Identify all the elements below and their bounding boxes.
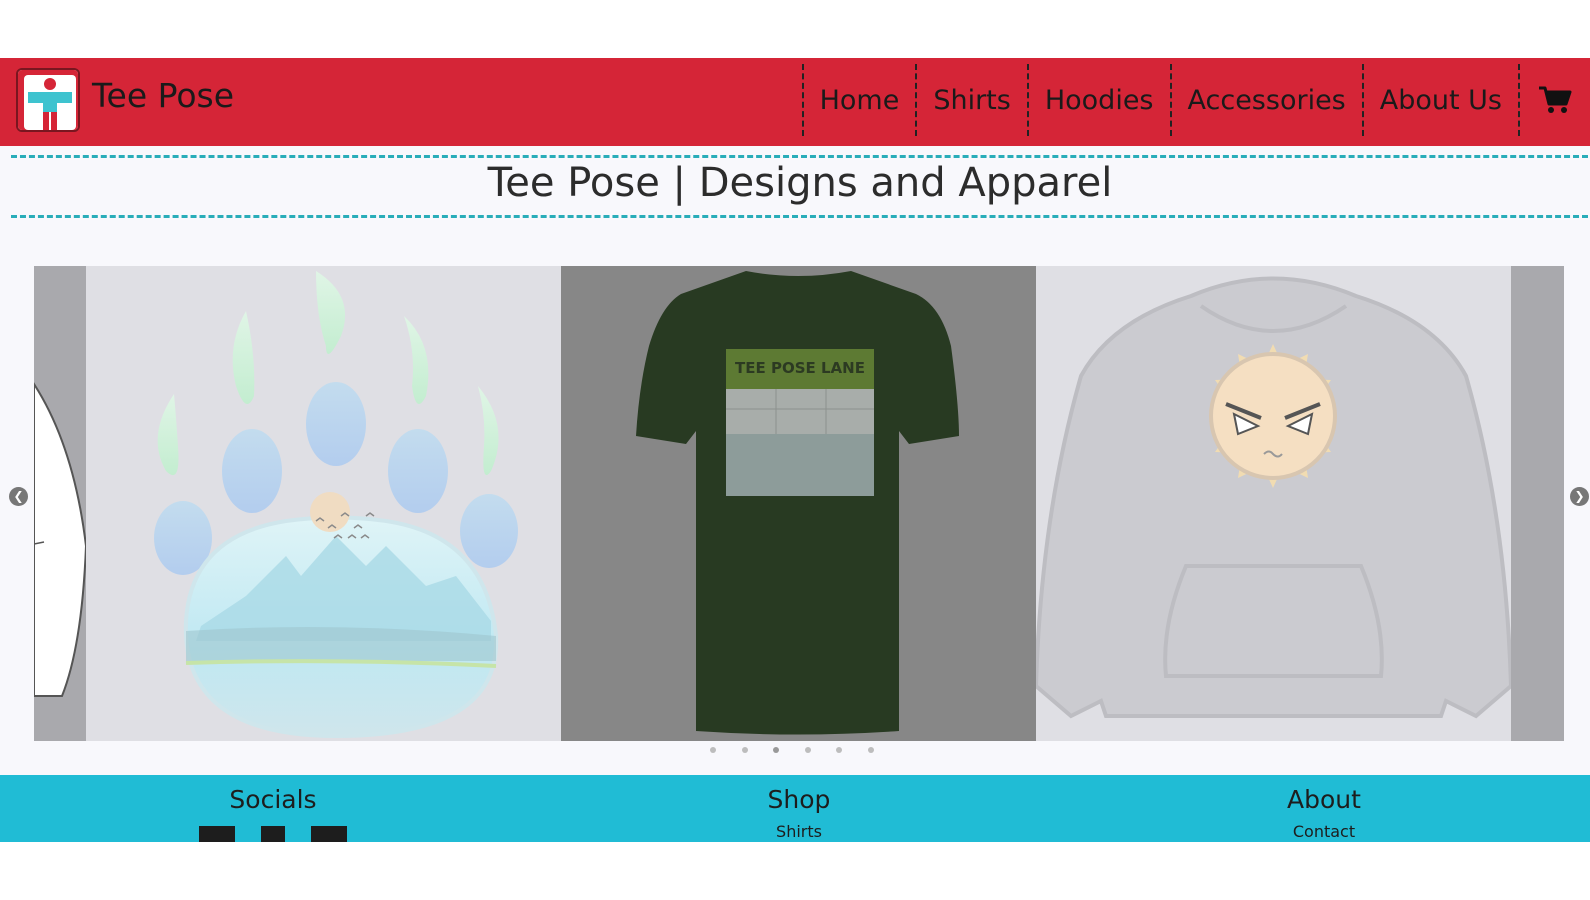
chevron-left-icon: ❮ xyxy=(13,489,24,503)
social-icon-2[interactable] xyxy=(261,826,285,842)
footer-shop-heading: Shop xyxy=(767,785,831,814)
nav-item-home[interactable]: Home xyxy=(801,64,916,136)
carousel-slide-partial-right[interactable] xyxy=(1511,266,1564,741)
dark-green-shirt-image: TEE POSE LANE xyxy=(636,271,959,735)
nav-item-hoodies[interactable]: Hoodies xyxy=(1026,64,1170,136)
product-carousel[interactable]: TEE POSE LANE xyxy=(34,266,1564,741)
carousel-dot-2[interactable] xyxy=(741,747,748,753)
footer-link-contact[interactable]: Contact xyxy=(1174,822,1474,841)
cart-button[interactable] xyxy=(1518,64,1590,136)
carousel-slide-green-shirt[interactable]: TEE POSE LANE xyxy=(561,266,1036,741)
carousel-next-button[interactable]: ❯ xyxy=(1570,487,1589,506)
social-icon-3[interactable] xyxy=(311,826,347,842)
header-navbar: Tee Pose Home Shirts Hoodies Accessories… xyxy=(0,58,1590,146)
white-shirt-edge-image xyxy=(34,382,86,697)
shirt-print-text: TEE POSE LANE xyxy=(735,359,865,377)
carousel-indicators xyxy=(710,747,899,753)
carousel-dot-4[interactable] xyxy=(804,747,811,753)
logo-figure-icon xyxy=(18,70,78,130)
title-divider-bottom xyxy=(11,215,1588,218)
page: Tee Pose Home Shirts Hoodies Accessories… xyxy=(0,58,1590,842)
footer-about-heading: About xyxy=(1287,785,1361,814)
footer-link-shirts[interactable]: Shirts xyxy=(649,822,949,841)
carousel-dot-6[interactable] xyxy=(867,747,874,753)
page-title: Tee Pose | Designs and Apparel xyxy=(487,160,1113,206)
chevron-right-icon: ❯ xyxy=(1574,489,1585,503)
shopping-cart-icon xyxy=(1539,86,1572,113)
footer-about: About Contact xyxy=(1174,785,1474,841)
nav-item-accessories[interactable]: Accessories xyxy=(1169,64,1362,136)
social-icons xyxy=(123,826,423,842)
nav-item-about-us[interactable]: About Us xyxy=(1361,64,1518,136)
main-nav: Home Shirts Hoodies Accessories About Us xyxy=(801,64,1590,136)
footer-socials-heading: Socials xyxy=(229,785,317,814)
carousel-dot-5[interactable] xyxy=(836,747,842,753)
site-footer: Socials Shop Shirts About Contact xyxy=(0,775,1590,842)
carousel-slide-bear-paw[interactable] xyxy=(86,266,561,741)
footer-socials: Socials xyxy=(123,785,423,842)
nav-item-shirts[interactable]: Shirts xyxy=(915,64,1027,136)
tee-pose-logo[interactable] xyxy=(16,68,80,132)
carousel-slide-gray-hoodie[interactable] xyxy=(1036,266,1511,741)
gray-hoodie-sun-image xyxy=(1036,276,1511,719)
carousel-dot-3[interactable] xyxy=(773,747,779,753)
footer-shop: Shop Shirts xyxy=(649,785,949,841)
brand-name[interactable]: Tee Pose xyxy=(92,76,234,115)
carousel-prev-button[interactable]: ❮ xyxy=(9,487,28,506)
carousel-slide-partial-shirt[interactable] xyxy=(34,266,86,741)
social-icon-1[interactable] xyxy=(199,826,235,842)
title-divider-top xyxy=(11,155,1588,158)
carousel-dot-1[interactable] xyxy=(710,747,716,753)
bear-paw-design-image xyxy=(154,271,518,739)
